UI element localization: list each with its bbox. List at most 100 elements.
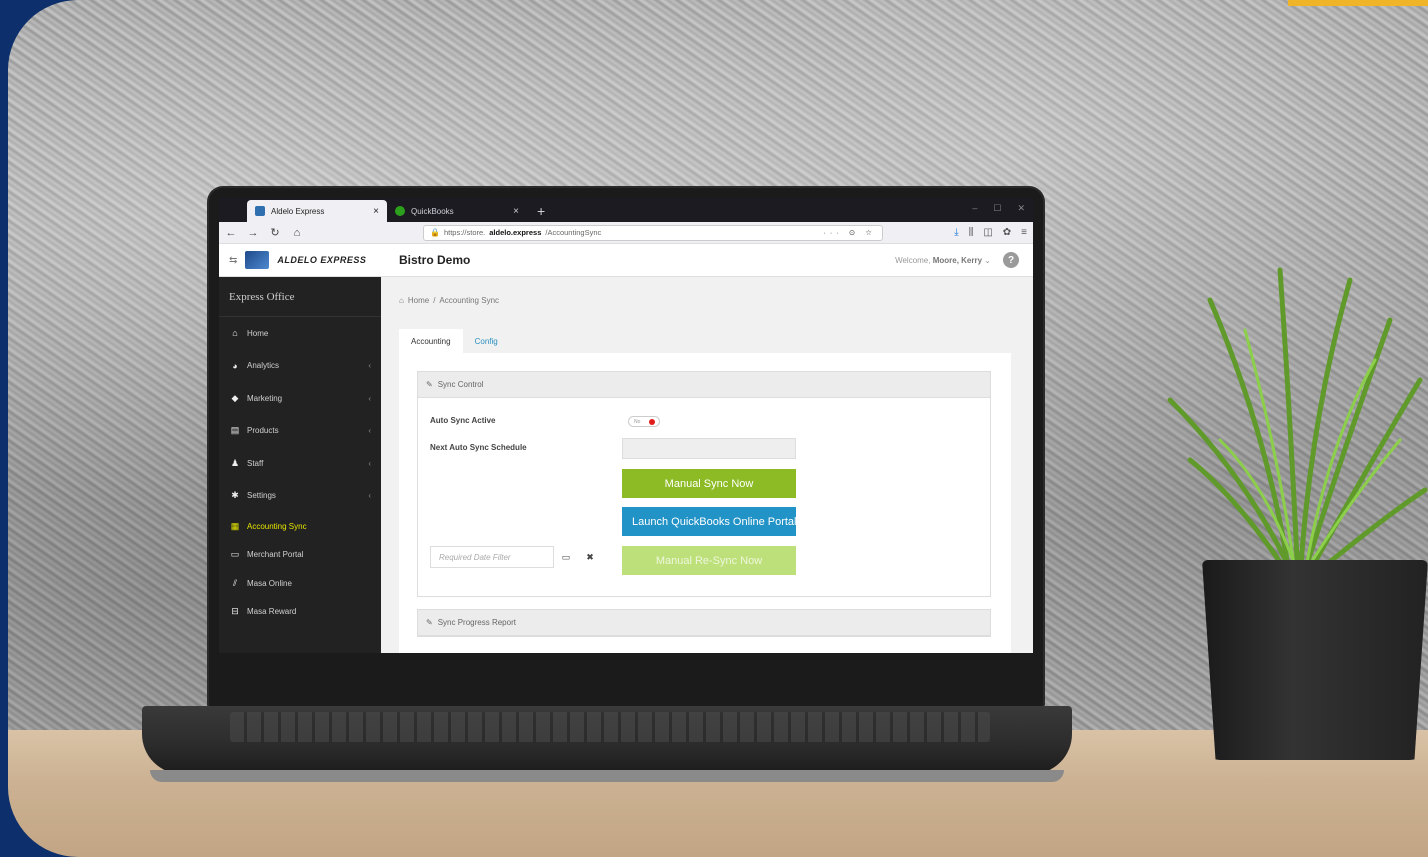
app-body: Express Office ⌂ Home ◕ Analytics ‹ ◆ Ma… (219, 277, 1033, 653)
store-title: Bistro Demo (399, 253, 471, 267)
sidebar-item-label: Accounting Sync (247, 521, 307, 531)
manual-sync-button[interactable]: Manual Sync Now (622, 469, 796, 498)
scene: Aldelo Express × QuickBooks × + – ☐ ✕ ← … (0, 0, 1428, 857)
close-window-icon[interactable]: ✕ (1017, 203, 1025, 214)
chevron-left-icon: ‹ (368, 361, 371, 371)
minimize-icon[interactable]: – (972, 203, 977, 214)
breadcrumb-current: Accounting Sync (439, 295, 500, 305)
toggle-text: No (634, 418, 641, 425)
sidebar-item-label: Settings (247, 491, 276, 501)
auto-sync-label: Auto Sync Active (430, 416, 496, 425)
breadcrumb-home[interactable]: Home (408, 296, 429, 305)
close-tab-icon[interactable]: × (513, 206, 519, 217)
aldelo-logo-icon (245, 251, 270, 269)
laptop-base-lip (150, 770, 1064, 782)
browser-toolbar-right: ⤓ ⫼ ◫ ✿ ≡ (954, 227, 1027, 238)
document-icon: ▤ (230, 425, 240, 436)
card-icon: ▭ (230, 549, 240, 560)
url-path: /AccountingSync (545, 228, 602, 237)
sidebar-item-label: Merchant Portal (247, 550, 304, 560)
brand: ⇆ ALDELO EXPRESS (219, 244, 381, 277)
url-bar[interactable]: 🔒 https://store. aldelo.express/Accountin… (423, 224, 883, 241)
tab-panel: ✎ Sync Control Auto Sync Active No Next … (399, 353, 1011, 653)
sidebar-item-label: Products (247, 426, 279, 436)
url-domain: aldelo.express (489, 228, 542, 237)
sidebar-item-accounting-sync[interactable]: ▦ Accounting Sync (219, 512, 381, 541)
tag-icon: ◆ (231, 392, 239, 403)
chevron-left-icon: ‹ (368, 458, 371, 468)
pie-chart-icon: ◕ (232, 360, 238, 371)
menu-icon[interactable]: ≡ (1021, 227, 1027, 238)
home-icon: ⌂ (232, 328, 238, 339)
main-content: ⌂ Home / Accounting Sync Accounting Conf… (381, 277, 1033, 653)
chevron-left-icon: ‹ (368, 393, 371, 403)
sidebar-item-products[interactable]: ▤ Products ‹ (219, 415, 381, 448)
tab-accounting[interactable]: Accounting (399, 329, 463, 353)
gear-icon: ✱ (231, 490, 239, 501)
tab-config[interactable]: Config (463, 329, 510, 353)
sync-progress-card: ✎ Sync Progress Report (417, 609, 991, 637)
sidebar-item-masa-online[interactable]: ⫽ Masa Online (219, 569, 381, 598)
close-tab-icon[interactable]: × (373, 206, 379, 217)
date-filter-input[interactable]: Required Date Filter (430, 546, 554, 568)
sidebar-toggle-icon[interactable]: ⇆ (229, 255, 237, 266)
sidebar-item-label: Masa Reward (247, 607, 297, 617)
aldelo-favicon-icon (255, 206, 265, 216)
new-tab-button[interactable]: + (527, 203, 555, 222)
reward-icon: ⊟ (231, 606, 239, 617)
forward-icon[interactable]: → (247, 227, 259, 239)
chevron-left-icon: ‹ (368, 426, 371, 436)
sidebar-item-settings[interactable]: ✱ Settings ‹ (219, 480, 381, 513)
browser-navbar: ← → ↻ ⌂ 🔒 https://store. aldelo.express/A… (219, 222, 1033, 244)
welcome-menu[interactable]: Welcome, Moore, Kerry ⌄ (895, 256, 991, 265)
sidebar-toggle-icon[interactable]: ◫ (983, 227, 992, 238)
edit-icon: ✎ (426, 618, 433, 627)
help-button[interactable]: ? (1003, 252, 1019, 268)
user-icon: ♟ (230, 457, 240, 468)
home-icon[interactable]: ⌂ (291, 227, 303, 239)
clear-icon[interactable]: ✖ (578, 546, 602, 568)
browser-tab-label: QuickBooks (411, 206, 454, 216)
plant-leaves (1167, 267, 1428, 580)
next-schedule-label: Next Auto Sync Schedule (430, 443, 527, 452)
browser-tab-aldelo[interactable]: Aldelo Express × (247, 200, 387, 222)
auto-sync-toggle[interactable]: No (628, 416, 660, 427)
card-title: Sync Control (437, 380, 484, 389)
chevron-left-icon: ‹ (368, 491, 371, 501)
sidebar-item-label: Home (247, 328, 269, 338)
library-icon[interactable]: ⫼ (969, 227, 974, 238)
calendar-icon[interactable]: ▭ (554, 546, 578, 568)
sidebar-item-analytics[interactable]: ◕ Analytics ‹ (219, 350, 381, 383)
app-header: ⇆ ALDELO EXPRESS Bistro Demo Welcome, Mo… (219, 244, 1033, 277)
sidebar-item-staff[interactable]: ♟ Staff ‹ (219, 447, 381, 480)
sidebar-item-masa-reward[interactable]: ⊟ Masa Reward (219, 598, 381, 627)
laptop-screen: Aldelo Express × QuickBooks × + – ☐ ✕ ← … (219, 198, 1033, 653)
masa-icon: ⫽ (232, 577, 237, 588)
url-actions[interactable]: ··· ⊙ ☆ (823, 228, 876, 237)
card-body: Auto Sync Active No Next Auto Sync Sched… (418, 398, 990, 596)
sidebar: Express Office ⌂ Home ◕ Analytics ‹ ◆ Ma… (219, 277, 381, 653)
reload-icon[interactable]: ↻ (269, 226, 281, 239)
sidebar-item-home[interactable]: ⌂ Home (219, 317, 381, 350)
sidebar-item-label: Marketing (247, 393, 283, 403)
home-icon: ⌂ (399, 295, 404, 305)
lock-icon: 🔒 (430, 228, 440, 237)
launch-quickbooks-button[interactable]: Launch QuickBooks Online Portal (622, 507, 796, 536)
tab-strip: Accounting Config (399, 329, 1011, 353)
extension-icon[interactable]: ✿ (1003, 227, 1011, 238)
corner-accent (1288, 0, 1428, 6)
manual-resync-button[interactable]: Manual Re-Sync Now (622, 546, 796, 575)
breadcrumb: ⌂ Home / Accounting Sync (399, 277, 1011, 323)
sidebar-item-marketing[interactable]: ◆ Marketing ‹ (219, 382, 381, 415)
sidebar-item-merchant-portal[interactable]: ▭ Merchant Portal (219, 541, 381, 570)
next-schedule-field (622, 438, 796, 459)
sidebar-item-label: Masa Online (247, 578, 292, 588)
back-icon[interactable]: ← (225, 227, 237, 239)
download-icon[interactable]: ⤓ (954, 227, 958, 238)
sidebar-item-label: Analytics (247, 361, 280, 371)
browser-tab-quickbooks[interactable]: QuickBooks × (387, 200, 527, 222)
card-title: Sync Progress Report (437, 618, 516, 627)
brand-name: ALDELO EXPRESS (277, 255, 367, 265)
sync-control-card: ✎ Sync Control Auto Sync Active No Next … (417, 371, 991, 597)
maximize-icon[interactable]: ☐ (993, 203, 1001, 214)
